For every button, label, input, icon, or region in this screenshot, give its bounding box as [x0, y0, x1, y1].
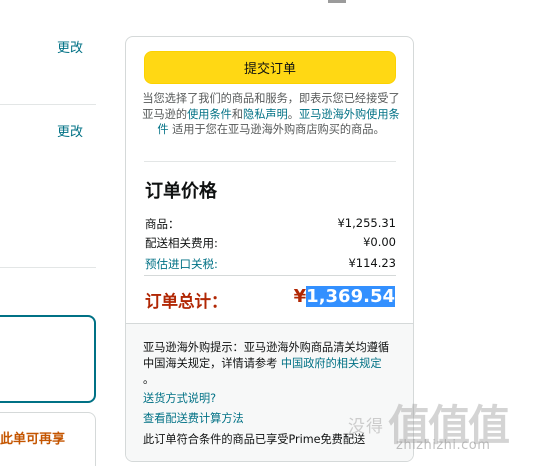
order-summary-title: 订单价格 — [145, 181, 217, 202]
agreement-text-part: 适用于您在亚马逊海外购商店购买的商品。 — [168, 123, 385, 136]
place-order-button[interactable]: 提交订单 — [144, 51, 396, 84]
customs-tip-end: 。 — [143, 373, 155, 386]
summary-row-import-duty: 预估进口关税: ¥114.23 — [145, 256, 396, 272]
summary-row-items: 商品： ¥1,255.31 — [145, 216, 396, 232]
prime-eligible-text: 此订单符合条件的商品已享受Prime免费配送 — [143, 433, 366, 446]
watermark-text: 没得 — [348, 417, 384, 437]
order-total-label: 订单总计： — [145, 292, 228, 311]
divider — [144, 161, 396, 162]
summary-row-shipping: 配送相关费用: ¥0.00 — [145, 235, 396, 251]
conditions-of-use-link[interactable]: 使用条件 — [187, 108, 232, 121]
order-total-value: ¥1,369.54 — [294, 286, 395, 307]
top-scroll-indicator — [328, 0, 346, 3]
row-value: ¥114.23 — [348, 256, 396, 270]
agreement-text-dot: 。 — [287, 107, 299, 121]
divider — [0, 104, 96, 105]
customs-tip: 亚马逊海外购提示：亚马逊海外购商品清关均遵循中国海关规定，详情请参考 中国政府的… — [143, 340, 393, 388]
row-value: ¥1,255.31 — [337, 216, 396, 230]
currency-symbol: ¥ — [293, 286, 307, 307]
change-address-link[interactable]: 更改 — [57, 37, 83, 56]
selected-total-amount: 1,369.54 — [306, 286, 395, 307]
agreement-text: 当您选择了我们的商品和服务，即表示您已经接受了亚马逊的使用条件和隐私声明。亚马逊… — [140, 91, 402, 138]
delivery-method-link[interactable]: 送货方式说明? — [143, 390, 216, 406]
privacy-notice-link[interactable]: 隐私声明 — [243, 108, 288, 121]
checkout-steps-column: 更改 更改 此单可再享 — [0, 0, 100, 466]
promo-text: 此单可再享 — [0, 432, 66, 447]
import-duty-link[interactable]: 预估进口关税: — [145, 256, 218, 272]
shipping-fee-link[interactable]: 查看配送费计算方法 — [143, 410, 244, 426]
row-label: 商品： — [145, 217, 180, 231]
divider — [0, 267, 96, 268]
change-payment-link[interactable]: 更改 — [57, 121, 83, 140]
row-label: 配送相关费用: — [145, 236, 218, 250]
agreement-text-and: 和 — [231, 107, 244, 121]
row-value: ¥0.00 — [363, 235, 396, 249]
watermark-url: zhizhizhi.com — [396, 438, 491, 453]
selected-option-box[interactable] — [0, 315, 96, 403]
government-rules-link[interactable]: 中国政府的相关规定 — [281, 357, 382, 370]
divider — [144, 275, 396, 276]
